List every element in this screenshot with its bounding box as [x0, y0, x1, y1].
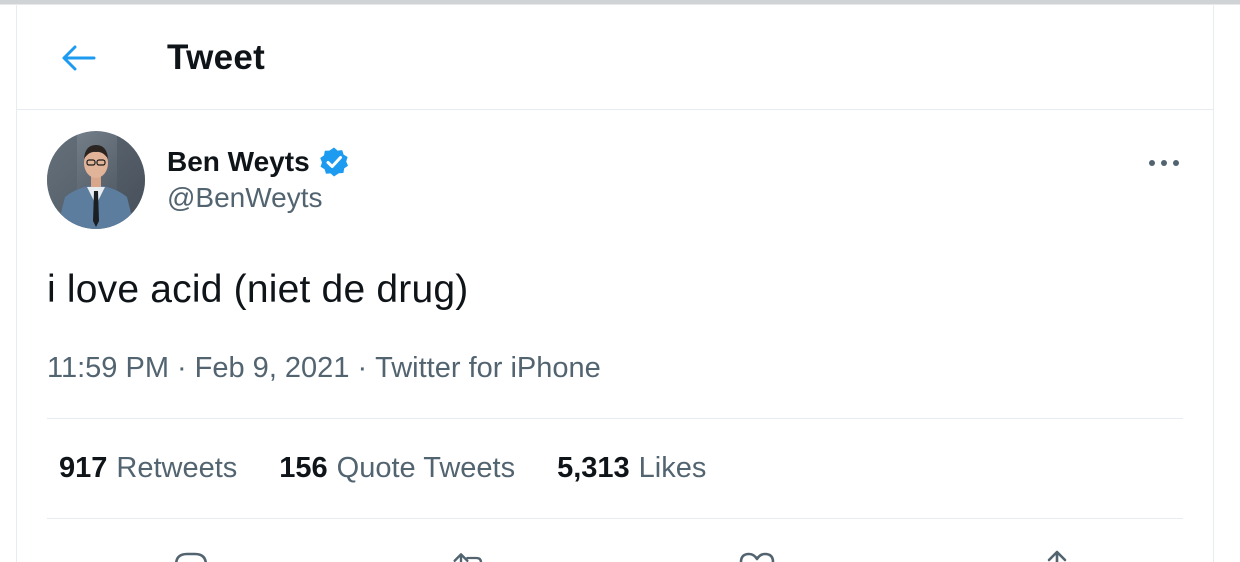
- avatar-photo: [47, 131, 145, 229]
- tweet-column: Tweet Ben Weyts @BenWeyts i love acid (n…: [16, 4, 1214, 562]
- tweet-header: Tweet: [17, 4, 1213, 110]
- retweets-label: Retweets: [116, 452, 238, 484]
- tweet-meta: 11:59 PM · Feb 9, 2021 · Twitter for iPh…: [47, 352, 601, 385]
- tweet-actions: [47, 542, 1183, 562]
- meta-separator: ·: [176, 352, 187, 384]
- author-name-link[interactable]: Ben Weyts: [167, 144, 350, 180]
- likes-stat[interactable]: 5,313 Likes: [557, 452, 706, 485]
- share-icon: [1047, 550, 1067, 562]
- quote-tweets-stat[interactable]: 156 Quote Tweets: [279, 452, 515, 485]
- like-button[interactable]: [737, 548, 777, 562]
- likes-count: 5,313: [557, 452, 630, 484]
- retweet-icon: [453, 553, 483, 562]
- author-name: Ben Weyts: [167, 146, 310, 177]
- arrow-left-icon: [62, 45, 96, 71]
- reply-button[interactable]: [171, 548, 211, 562]
- quote-tweets-count: 156: [279, 452, 328, 484]
- likes-label: Likes: [638, 452, 707, 484]
- page-title: Tweet: [167, 38, 266, 77]
- meta-separator: ·: [357, 352, 368, 384]
- author-handle[interactable]: @BenWeyts: [167, 182, 323, 214]
- share-button[interactable]: [1037, 548, 1077, 562]
- like-icon: [739, 552, 775, 562]
- divider: [47, 518, 1183, 519]
- retweets-stat[interactable]: 917 Retweets: [59, 452, 237, 485]
- retweet-button[interactable]: [451, 548, 491, 562]
- tweet-stats: 917 Retweets 156 Quote Tweets 5,313 Like…: [59, 452, 748, 485]
- tweet-date[interactable]: Feb 9, 2021: [195, 352, 350, 385]
- quote-tweets-label: Quote Tweets: [336, 452, 516, 484]
- tweet-time[interactable]: 11:59 PM: [47, 352, 169, 385]
- avatar[interactable]: [47, 131, 145, 229]
- divider: [47, 418, 1183, 419]
- tweet-text: i love acid (niet de drug): [47, 268, 469, 311]
- verified-badge-icon: [319, 147, 348, 177]
- back-button[interactable]: [55, 34, 103, 82]
- more-options-button[interactable]: [1143, 142, 1185, 184]
- more-icon: [1149, 160, 1179, 166]
- tweet-source[interactable]: Twitter for iPhone: [375, 352, 601, 385]
- reply-icon: [174, 552, 208, 562]
- retweets-count: 917: [59, 452, 108, 484]
